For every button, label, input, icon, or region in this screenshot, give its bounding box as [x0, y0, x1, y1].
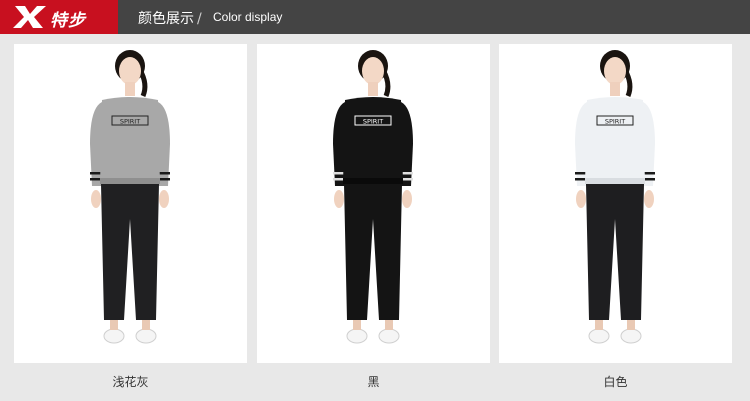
section-title: 颜色展示 / [138, 11, 202, 27]
pants [586, 184, 644, 320]
face [604, 57, 626, 85]
right-hand [402, 190, 412, 208]
neck [125, 82, 135, 96]
face [119, 57, 141, 85]
product-caption-gray: 浅花灰 [112, 375, 149, 389]
right-sleeve-stripe-0 [158, 172, 170, 175]
section-subtitle: Color display [213, 10, 283, 24]
product-card-white[interactable]: SPIRIT [499, 44, 732, 363]
neck [610, 82, 620, 96]
product-card-gray[interactable]: SPIRIT [14, 44, 247, 363]
product-caption-black: 黑 [367, 375, 380, 389]
right-shoe [135, 328, 157, 344]
left-shoe [346, 328, 368, 344]
right-shoe [378, 328, 400, 344]
left-ankle [595, 320, 603, 330]
left-sleeve-stripe-0 [90, 172, 102, 175]
left-hand [576, 190, 586, 208]
header-bar: 特步 颜色展示 / Color display [0, 0, 750, 34]
left-shoe [103, 328, 125, 344]
sweatshirt-hem [585, 178, 645, 184]
model-image: SPIRIT [333, 50, 413, 344]
right-hand [159, 190, 169, 208]
product-caption-white: 白色 [603, 375, 628, 389]
sweatshirt [585, 97, 645, 184]
neck [368, 82, 378, 96]
brand-logo[interactable]: 特步 [0, 0, 118, 34]
logo-text: 特步 [50, 11, 86, 31]
left-sleeve-stripe-0 [333, 172, 345, 175]
face [362, 57, 384, 85]
pants [101, 184, 159, 320]
left-hand [91, 190, 101, 208]
chest-print-text: SPIRIT [363, 118, 383, 126]
sweatshirt [343, 97, 403, 184]
left-ankle [353, 320, 361, 330]
sweatshirt-hem [100, 178, 160, 184]
left-hand [334, 190, 344, 208]
right-ankle [385, 320, 393, 330]
right-hand [644, 190, 654, 208]
x-logo-icon [13, 6, 46, 28]
right-sleeve-stripe-0 [643, 172, 655, 175]
right-sleeve-stripe-0 [401, 172, 413, 175]
model-image: SPIRIT [575, 50, 655, 344]
chest-print-text: SPIRIT [605, 118, 625, 126]
right-ankle [627, 320, 635, 330]
sweatshirt [100, 97, 160, 184]
sweatshirt-hem [343, 178, 403, 184]
right-ankle [142, 320, 150, 330]
pants [344, 184, 402, 320]
right-shoe [620, 328, 642, 344]
left-ankle [110, 320, 118, 330]
model-image: SPIRIT [90, 50, 170, 344]
left-shoe [588, 328, 610, 344]
left-sleeve-stripe-0 [575, 172, 587, 175]
product-card-black[interactable]: SPIRIT [257, 44, 490, 363]
chest-print-text: SPIRIT [120, 118, 140, 126]
